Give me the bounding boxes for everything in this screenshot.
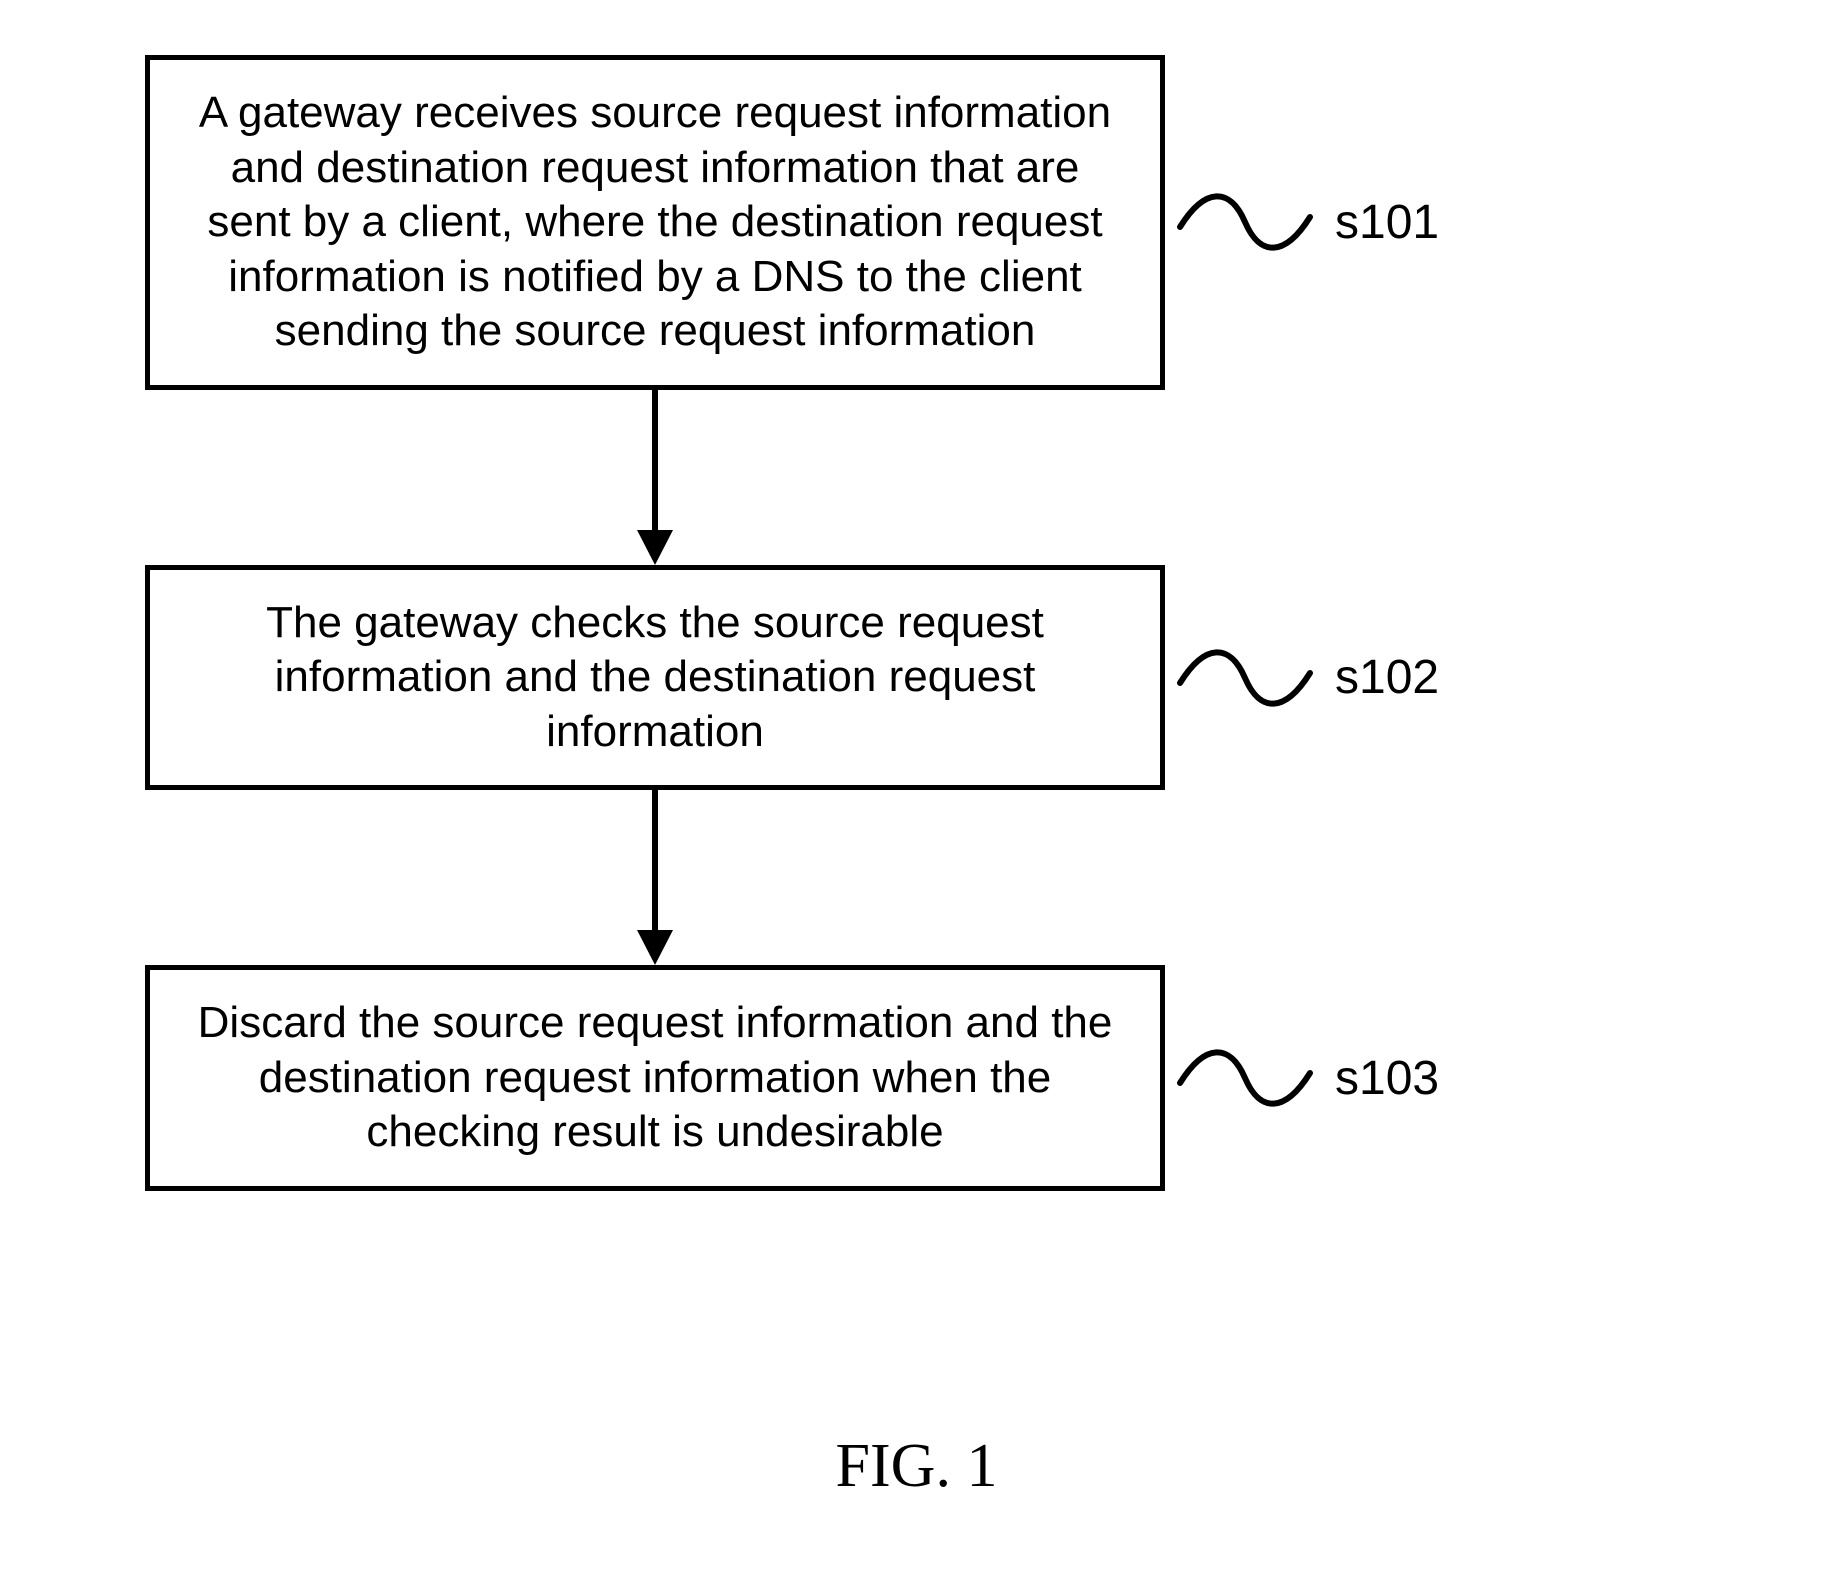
figure-caption: FIG. 1 xyxy=(0,1431,1833,1502)
step-row-3: Discard the source request information a… xyxy=(145,965,1645,1191)
wavy-connector-icon xyxy=(1175,182,1315,262)
step-label: s102 xyxy=(1335,650,1439,705)
arrow-down-icon xyxy=(625,390,685,565)
step-text: A gateway receives source request inform… xyxy=(199,88,1111,355)
step-text: Discard the source request information a… xyxy=(198,998,1113,1156)
arrow-down-icon xyxy=(625,790,685,965)
flowchart-container: A gateway receives source request inform… xyxy=(145,55,1645,1191)
connector-2: s102 xyxy=(1175,638,1439,718)
wavy-connector-icon xyxy=(1175,638,1315,718)
step-label: s101 xyxy=(1335,195,1439,250)
connector-1: s101 xyxy=(1175,182,1439,262)
wavy-connector-icon xyxy=(1175,1038,1315,1118)
arrow-1 xyxy=(145,390,1165,565)
step-row-1: A gateway receives source request inform… xyxy=(145,55,1645,390)
step-row-2: The gateway checks the source request in… xyxy=(145,565,1645,791)
step-box-3: Discard the source request information a… xyxy=(145,965,1165,1191)
connector-3: s103 xyxy=(1175,1038,1439,1118)
step-text: The gateway checks the source request in… xyxy=(266,598,1044,756)
step-box-2: The gateway checks the source request in… xyxy=(145,565,1165,791)
step-label: s103 xyxy=(1335,1051,1439,1106)
step-box-1: A gateway receives source request inform… xyxy=(145,55,1165,390)
arrow-2 xyxy=(145,790,1165,965)
